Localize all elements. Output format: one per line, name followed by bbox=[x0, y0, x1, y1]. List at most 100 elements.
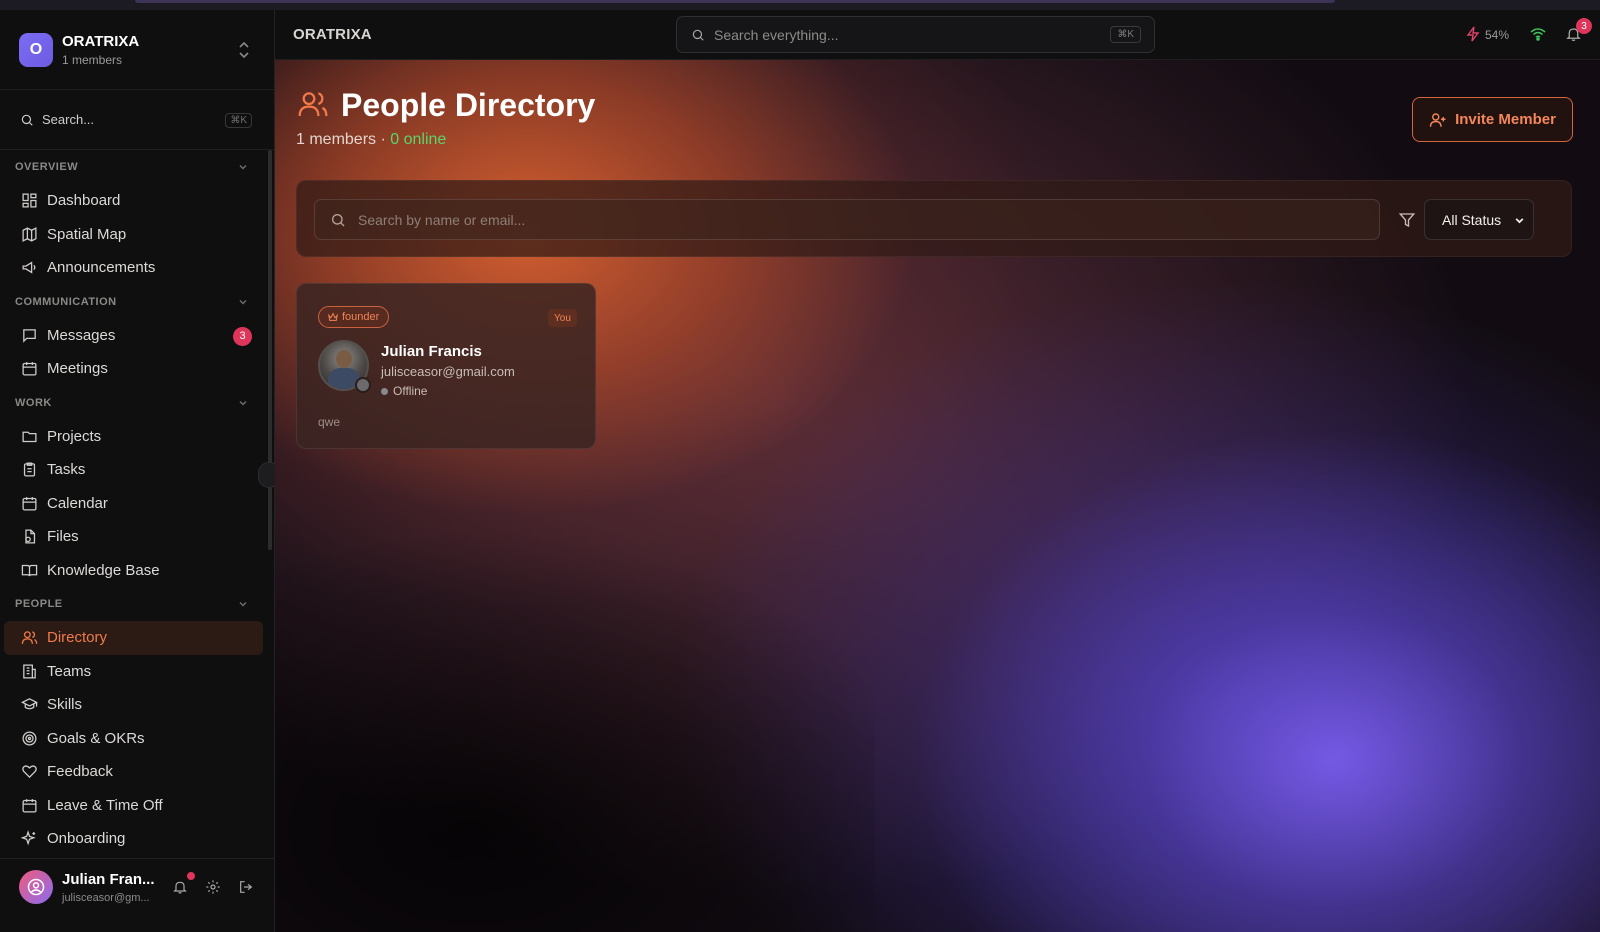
sidebar-search-placeholder: Search... bbox=[42, 112, 95, 127]
dashboard-icon bbox=[22, 193, 37, 208]
sidebar-nav: OVERVIEW Dashboard Spatial Map Announcem… bbox=[0, 150, 268, 855]
avatar-head bbox=[336, 350, 352, 368]
sidebar-item-label: Announcements bbox=[47, 259, 156, 277]
sidebar-item-projects[interactable]: Projects bbox=[4, 420, 263, 454]
user-circle-icon bbox=[27, 878, 45, 896]
status-filter-select[interactable]: All Status bbox=[1424, 199, 1534, 240]
global-search-input[interactable]: Search everything... ⌘K bbox=[676, 16, 1155, 53]
sidebar-item-label: Teams bbox=[47, 662, 92, 680]
sidebar: O ORATRIXA 1 members Search... ⌘K OVERVI… bbox=[0, 10, 275, 932]
member-bio: qwe bbox=[318, 415, 341, 429]
files-icon bbox=[25, 529, 36, 544]
sidebar-item-directory[interactable]: Directory bbox=[4, 621, 263, 655]
sidebar-item-label: Spatial Map bbox=[47, 225, 127, 243]
chevron-down-icon bbox=[239, 400, 247, 405]
status-label: Offline bbox=[393, 384, 428, 398]
section-title: COMMUNICATION bbox=[15, 295, 117, 308]
notification-badge: 3 bbox=[1576, 18, 1592, 34]
graduation-cap-icon bbox=[21, 698, 38, 710]
section-overview[interactable]: OVERVIEW bbox=[0, 150, 268, 184]
sidebar-item-meetings[interactable]: Meetings bbox=[4, 352, 263, 386]
section-people[interactable]: PEOPLE bbox=[0, 587, 268, 621]
directory-search-input[interactable]: Search by name or email... bbox=[314, 199, 1380, 240]
sidebar-item-label: Skills bbox=[47, 696, 83, 714]
member-status: Offline bbox=[381, 384, 427, 398]
notification-dot bbox=[187, 872, 195, 880]
sidebar-item-label: Feedback bbox=[47, 763, 113, 781]
map-icon bbox=[22, 226, 37, 242]
sidebar-item-calendar[interactable]: Calendar bbox=[4, 487, 263, 521]
book-icon bbox=[21, 564, 38, 576]
folder-icon bbox=[22, 431, 37, 442]
sidebar-item-label: Files bbox=[47, 528, 79, 546]
chevron-down-icon bbox=[239, 299, 247, 304]
sidebar-item-feedback[interactable]: Feedback bbox=[4, 755, 263, 789]
sidebar-scrollbar[interactable] bbox=[268, 150, 272, 550]
sidebar-item-announcements[interactable]: Announcements bbox=[4, 251, 263, 285]
user-plus-icon bbox=[1429, 112, 1446, 127]
filter-icon[interactable] bbox=[1398, 211, 1416, 229]
sidebar-item-spatial-map[interactable]: Spatial Map bbox=[4, 218, 263, 252]
sidebar-item-label: Onboarding bbox=[47, 830, 126, 848]
sidebar-item-goals-okrs[interactable]: Goals & OKRs bbox=[4, 722, 263, 756]
search-icon bbox=[332, 213, 345, 226]
heart-icon bbox=[22, 765, 37, 779]
invite-label: Invite Member bbox=[1455, 111, 1556, 128]
unread-badge: 3 bbox=[233, 326, 252, 346]
top-header: ORATRIXA Search everything... ⌘K 54% 3 bbox=[275, 10, 1600, 60]
avatar[interactable] bbox=[19, 870, 53, 904]
message-icon bbox=[23, 328, 36, 343]
sidebar-item-files[interactable]: Files bbox=[4, 520, 263, 554]
role-label: founder bbox=[342, 311, 380, 323]
wifi-icon bbox=[1530, 28, 1546, 41]
bell-icon[interactable] bbox=[172, 879, 188, 895]
sidebar-item-label: Calendar bbox=[47, 494, 108, 512]
target-icon bbox=[22, 731, 37, 746]
invite-member-button[interactable]: Invite Member bbox=[1412, 97, 1573, 142]
sidebar-item-label: Messages bbox=[47, 326, 116, 344]
sidebar-item-dashboard[interactable]: Dashboard bbox=[4, 184, 263, 218]
sidebar-item-label: Leave & Time Off bbox=[47, 796, 163, 814]
sidebar-item-teams[interactable]: Teams bbox=[4, 655, 263, 689]
you-badge: You bbox=[548, 309, 577, 327]
role-badge: founder bbox=[318, 306, 390, 328]
section-communication[interactable]: COMMUNICATION bbox=[0, 285, 268, 319]
workspace-switcher[interactable]: O ORATRIXA 1 members bbox=[0, 10, 274, 90]
shortcut-badge: ⌘K bbox=[1110, 26, 1141, 43]
chevron-down-icon bbox=[239, 602, 247, 607]
megaphone-icon bbox=[22, 261, 36, 274]
member-card[interactable]: founder You Julian Francis julisceasor@g… bbox=[296, 283, 596, 449]
calendar-icon bbox=[22, 798, 37, 813]
workspace-logo: O bbox=[19, 32, 53, 67]
directory-search-placeholder: Search by name or email... bbox=[358, 211, 526, 228]
gear-icon[interactable] bbox=[205, 879, 221, 895]
member-name: Julian Francis bbox=[381, 343, 482, 360]
sidebar-item-label: Knowledge Base bbox=[47, 561, 160, 579]
app-title: ORATRIXA bbox=[293, 26, 372, 43]
logout-icon[interactable] bbox=[238, 879, 254, 895]
sparkles-icon bbox=[21, 830, 36, 846]
section-title: WORK bbox=[15, 396, 52, 409]
global-search-placeholder: Search everything... bbox=[714, 26, 839, 43]
battery-level: 54% bbox=[1485, 28, 1510, 42]
member-summary: 1 members · 0 online bbox=[296, 131, 446, 149]
presence-indicator bbox=[355, 377, 371, 393]
chevrons-up-down-icon[interactable] bbox=[238, 40, 250, 60]
sidebar-item-onboarding[interactable]: Onboarding bbox=[4, 822, 263, 855]
section-title: PEOPLE bbox=[15, 598, 63, 610]
sidebar-item-messages[interactable]: Messages 3 bbox=[4, 319, 263, 353]
member-email: julisceasor@gmail.com bbox=[381, 364, 515, 379]
shortcut-badge: ⌘K bbox=[225, 113, 252, 128]
chevron-down-icon bbox=[1515, 218, 1524, 224]
users-icon bbox=[298, 92, 328, 117]
workspace-name: ORATRIXA bbox=[62, 32, 140, 50]
section-work[interactable]: WORK bbox=[0, 386, 268, 420]
sidebar-item-label: Tasks bbox=[47, 461, 86, 479]
search-icon bbox=[692, 29, 704, 41]
sidebar-search[interactable]: Search... ⌘K bbox=[0, 90, 274, 150]
sidebar-item-skills[interactable]: Skills bbox=[4, 688, 263, 722]
sidebar-item-tasks[interactable]: Tasks bbox=[4, 453, 263, 487]
building-icon bbox=[23, 664, 36, 679]
sidebar-item-knowledge-base[interactable]: Knowledge Base bbox=[4, 554, 263, 588]
sidebar-item-leave-time-off[interactable]: Leave & Time Off bbox=[4, 789, 263, 823]
